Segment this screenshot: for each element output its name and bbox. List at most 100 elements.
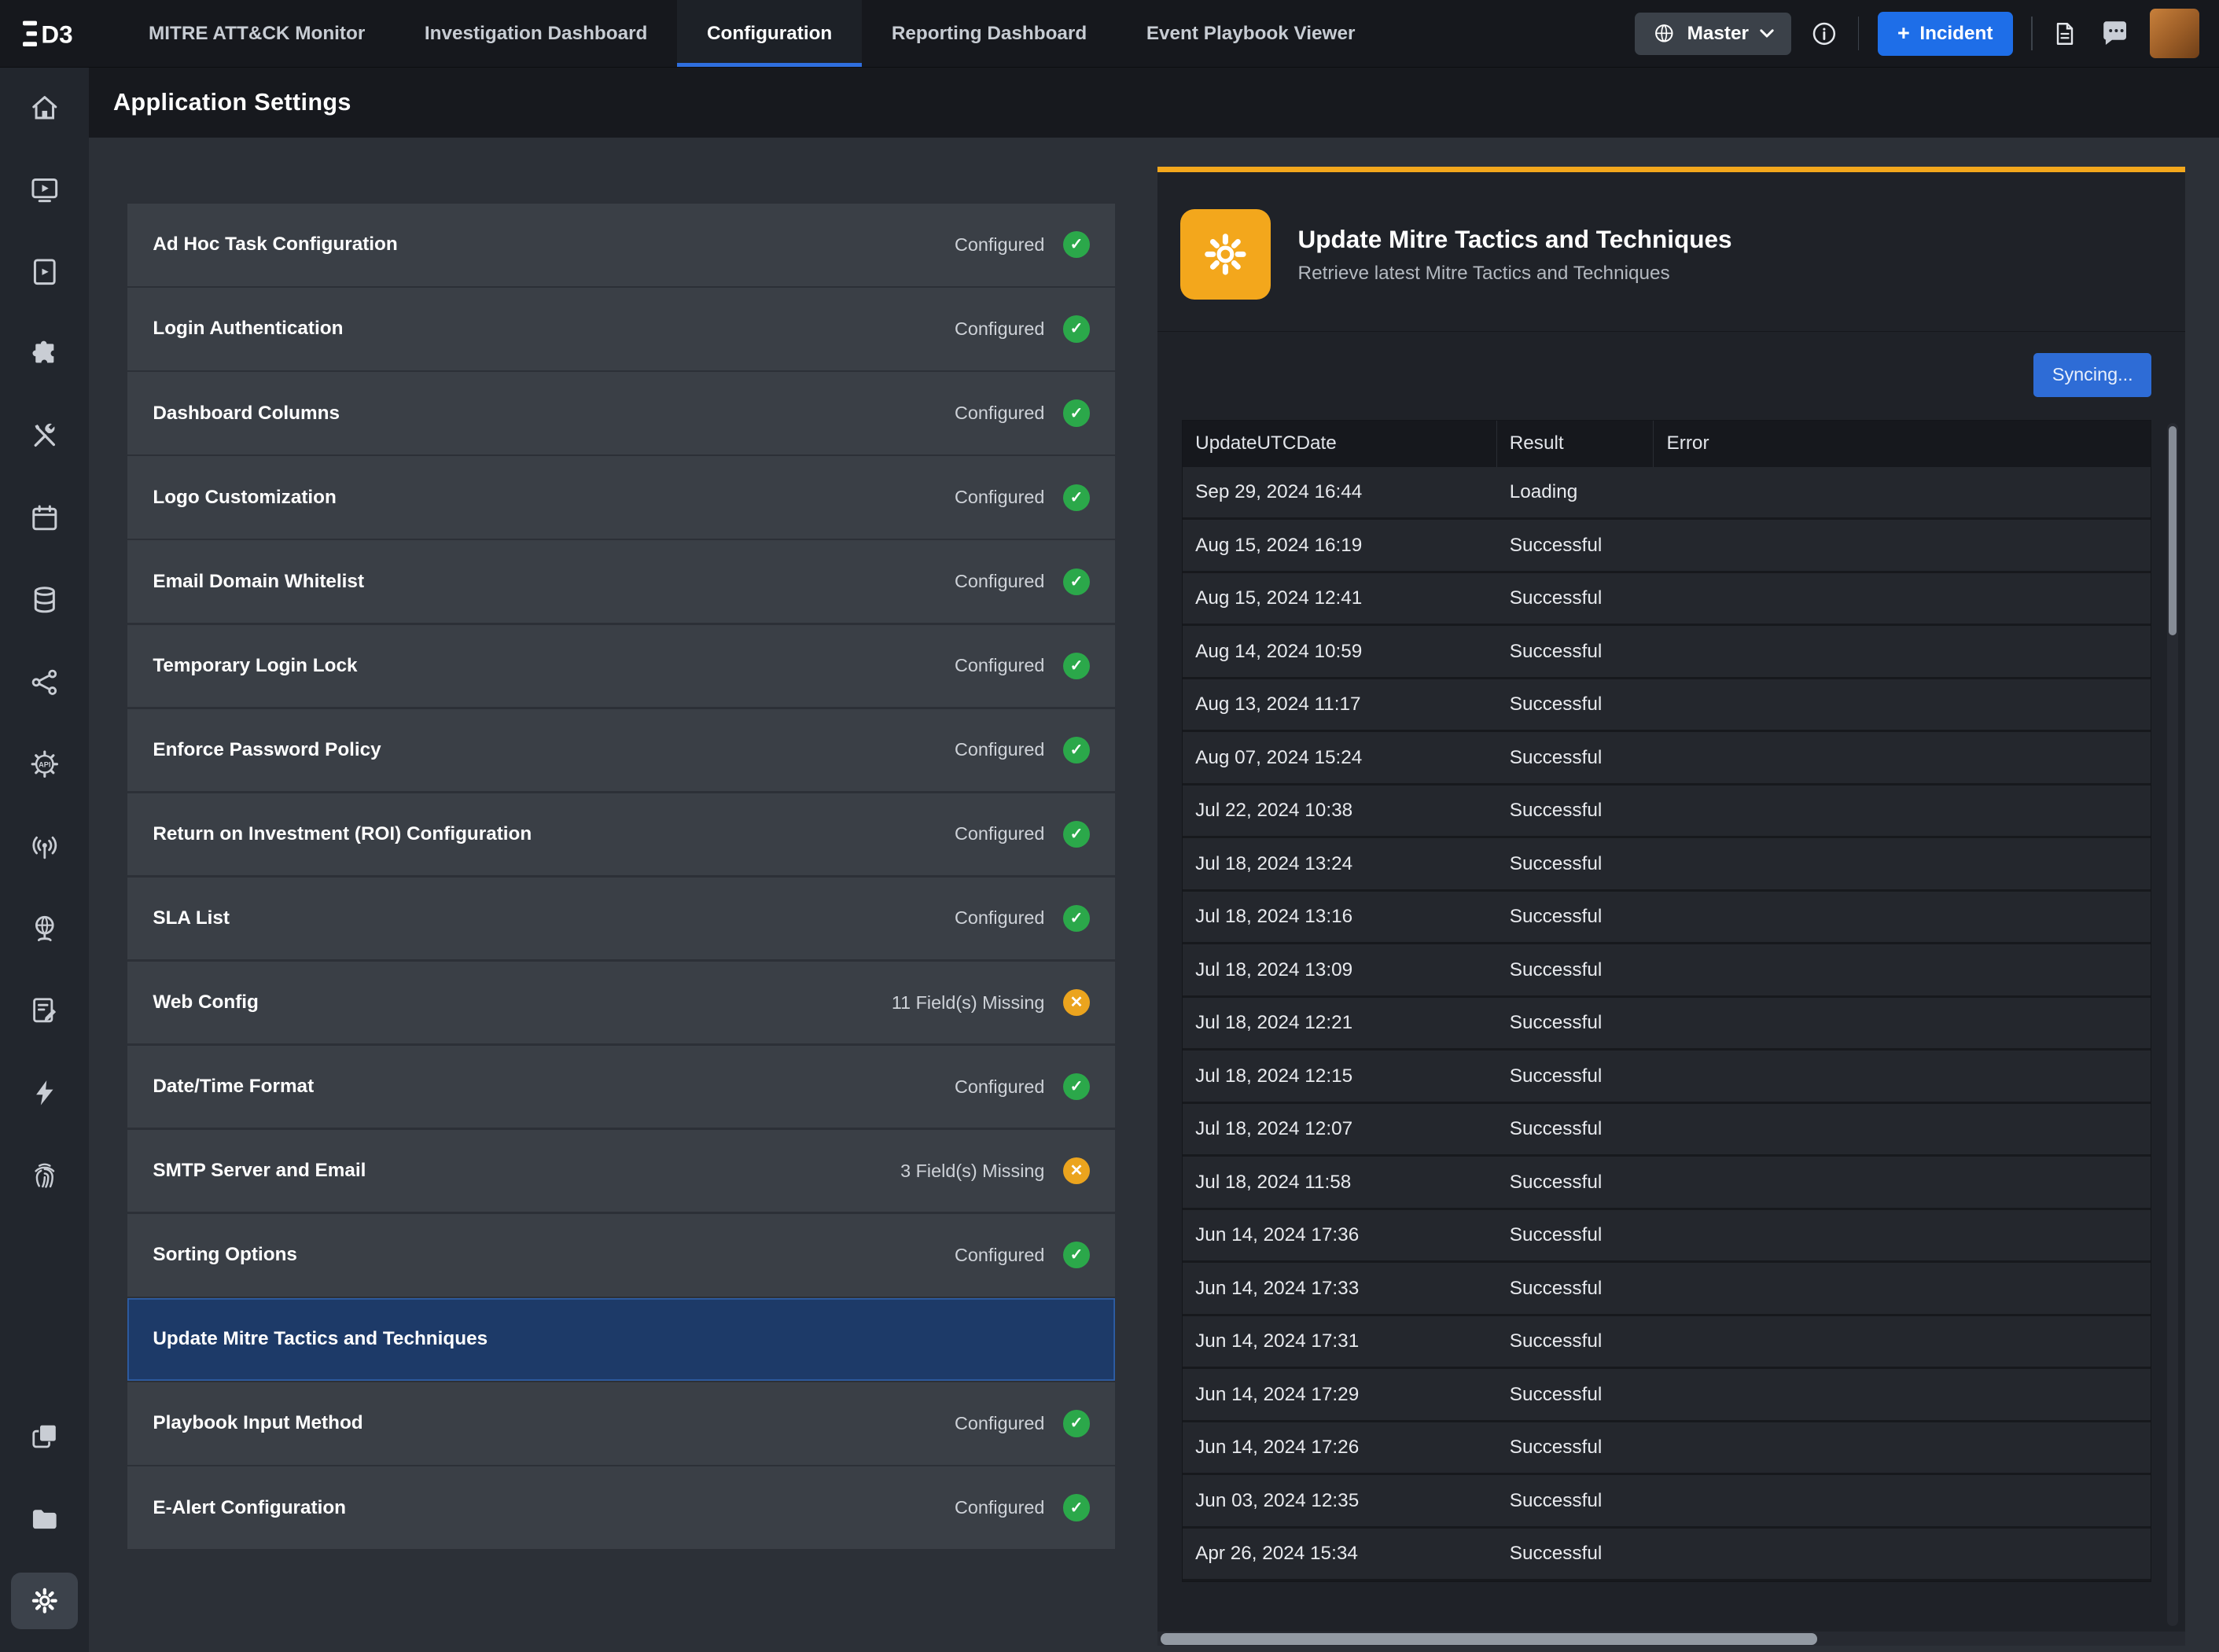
setting-status: Configured [955, 823, 1044, 844]
horizontal-scrollbar[interactable] [1157, 1632, 2185, 1646]
settings-item-enforce-password-policy[interactable]: Enforce Password Policy Configured ✓ [127, 709, 1115, 791]
table-row: Jun 14, 2024 17:26 Successful [1183, 1422, 2151, 1476]
vertical-scrollbar-thumb[interactable] [2169, 426, 2177, 635]
info-button[interactable] [1809, 19, 1839, 49]
document-button[interactable] [2051, 20, 2079, 48]
sidebar-item-home[interactable] [11, 79, 78, 136]
sidebar-item-form-editor[interactable] [11, 982, 78, 1039]
media-schedule-icon [29, 174, 61, 205]
title-bar: Application Settings [89, 68, 2219, 137]
settings-item-sla-list[interactable]: SLA List Configured ✓ [127, 878, 1115, 959]
setting-status: Configured [955, 487, 1044, 508]
settings-item-logo-customization[interactable]: Logo Customization Configured ✓ [127, 456, 1115, 538]
detail-panel-header: Update Mitre Tactics and Techniques Retr… [1157, 172, 2185, 332]
settings-item-e-alert-configuration[interactable]: E-Alert Configuration Configured ✓ [127, 1466, 1115, 1548]
result-cell: Successful [1497, 587, 1654, 609]
sidebar-item-api[interactable] [11, 736, 78, 793]
column-header-error[interactable]: Error [1654, 421, 2151, 467]
settings-item-temporary-login-lock[interactable]: Temporary Login Lock Configured ✓ [127, 625, 1115, 707]
divider [1858, 17, 1860, 50]
settings-item-web-config[interactable]: Web Config 11 Field(s) Missing ✕ [127, 962, 1115, 1043]
sidebar-item-fingerprint[interactable] [11, 1146, 78, 1203]
main-content: Application Settings Ad Hoc Task Configu… [89, 68, 2219, 1651]
update-date-cell: Jul 18, 2024 11:58 [1183, 1172, 1497, 1194]
configured-check-icon: ✓ [1063, 1073, 1090, 1100]
settings-item-dashboard-columns[interactable]: Dashboard Columns Configured ✓ [127, 372, 1115, 454]
horizontal-scrollbar-thumb[interactable] [1161, 1633, 1817, 1644]
sidebar-item-link-analysis[interactable] [11, 654, 78, 711]
setting-label: SLA List [153, 907, 230, 929]
automation-icon [29, 1077, 61, 1109]
update-date-cell: Aug 13, 2024 11:17 [1183, 694, 1497, 716]
settings-item-smtp-server-and-email[interactable]: SMTP Server and Email 3 Field(s) Missing… [127, 1130, 1115, 1212]
column-header-result[interactable]: Result [1497, 421, 1654, 467]
tenant-selector[interactable]: Master [1635, 13, 1791, 55]
sidebar-item-settings-gear[interactable] [11, 1573, 78, 1629]
configured-check-icon: ✓ [1063, 399, 1090, 426]
settings-item-email-domain-whitelist[interactable]: Email Domain Whitelist Configured ✓ [127, 540, 1115, 622]
sidebar-item-calendar[interactable] [11, 490, 78, 546]
setting-label: Temporary Login Lock [153, 655, 357, 677]
missing-x-icon: ✕ [1063, 989, 1090, 1016]
sidebar-item-web-globe[interactable] [11, 900, 78, 957]
table-row: Jun 14, 2024 17:36 Successful [1183, 1210, 2151, 1264]
nav-tab-configuration[interactable]: Configuration [677, 0, 862, 67]
setting-label: Dashboard Columns [153, 403, 340, 425]
application-window: D3 MITRE ATT&CK MonitorInvestigation Das… [0, 0, 2219, 1652]
chat-button[interactable] [2098, 17, 2132, 50]
web-globe-icon [29, 913, 61, 944]
table-header-row: UpdateUTCDateResultError [1183, 421, 2151, 467]
result-cell: Successful [1497, 694, 1654, 716]
api-icon [29, 749, 61, 780]
sidebar-item-database[interactable] [11, 572, 78, 628]
sidebar-item-utilities[interactable] [11, 407, 78, 464]
nav-tab-event-playbook-viewer[interactable]: Event Playbook Viewer [1117, 0, 1385, 67]
sidebar-item-integrations[interactable] [11, 326, 78, 382]
folder-icon [29, 1503, 61, 1535]
setting-status: Configured [955, 907, 1044, 929]
settings-item-ad-hoc-task-configuration[interactable]: Ad Hoc Task Configuration Configured ✓ [127, 204, 1115, 285]
sidebar-item-automation[interactable] [11, 1064, 78, 1120]
d3-logo[interactable]: D3 [23, 0, 90, 67]
setting-label: SMTP Server and Email [153, 1160, 366, 1182]
settings-item-update-mitre-tactics-and-techniques[interactable]: Update Mitre Tactics and Techniques [127, 1298, 1115, 1380]
setting-label: Enforce Password Policy [153, 739, 381, 761]
syncing-button[interactable]: Syncing... [2033, 353, 2151, 397]
result-cell: Successful [1497, 641, 1654, 663]
sidebar-item-video-document[interactable] [11, 244, 78, 300]
configured-check-icon: ✓ [1063, 568, 1090, 595]
video-document-icon [29, 256, 61, 288]
fingerprint-icon [29, 1159, 61, 1190]
panel-toolbar: Syncing... [1182, 332, 2151, 420]
settings-item-return-on-investment-roi-configuration[interactable]: Return on Investment (ROI) Configuration… [127, 793, 1115, 875]
sidebar-item-folder[interactable] [11, 1490, 78, 1547]
column-header-updateutcdate[interactable]: UpdateUTCDate [1183, 421, 1497, 467]
result-cell: Successful [1497, 853, 1654, 875]
new-incident-button[interactable]: + Incident [1878, 12, 2013, 56]
sidebar-item-windows-copy[interactable] [11, 1408, 78, 1465]
user-avatar[interactable] [2150, 9, 2199, 58]
table-row: Jul 18, 2024 12:15 Successful [1183, 1050, 2151, 1104]
settings-item-playbook-input-method[interactable]: Playbook Input Method Configured ✓ [127, 1382, 1115, 1464]
nav-tab-mitre-att-ck-monitor[interactable]: MITRE ATT&CK Monitor [119, 0, 395, 67]
table-row: Jul 22, 2024 10:38 Successful [1183, 786, 2151, 839]
sidebar-item-media-schedule[interactable] [11, 161, 78, 218]
result-cell: Successful [1497, 959, 1654, 981]
main-area: Ad Hoc Task Configuration Configured ✓ L… [89, 138, 2219, 1652]
nav-tab-investigation-dashboard[interactable]: Investigation Dashboard [395, 0, 677, 67]
settings-item-login-authentication[interactable]: Login Authentication Configured ✓ [127, 288, 1115, 370]
setting-label: Logo Customization [153, 487, 337, 509]
sidebar-item-broadcast[interactable] [11, 818, 78, 874]
settings-item-date-time-format[interactable]: Date/Time Format Configured ✓ [127, 1046, 1115, 1128]
nav-tab-reporting-dashboard[interactable]: Reporting Dashboard [862, 0, 1117, 67]
table-row: Aug 13, 2024 11:17 Successful [1183, 679, 2151, 733]
update-date-cell: Jun 14, 2024 17:26 [1183, 1437, 1497, 1459]
utilities-icon [29, 421, 61, 452]
missing-x-icon: ✕ [1063, 1157, 1090, 1184]
table-row: Aug 15, 2024 16:19 Successful [1183, 520, 2151, 573]
chevron-down-icon [1760, 29, 1774, 38]
vertical-scrollbar[interactable] [2167, 423, 2178, 1626]
settings-item-sorting-options[interactable]: Sorting Options Configured ✓ [127, 1214, 1115, 1296]
panel-title: Update Mitre Tactics and Techniques [1298, 225, 1732, 254]
update-date-cell: Aug 14, 2024 10:59 [1183, 641, 1497, 663]
